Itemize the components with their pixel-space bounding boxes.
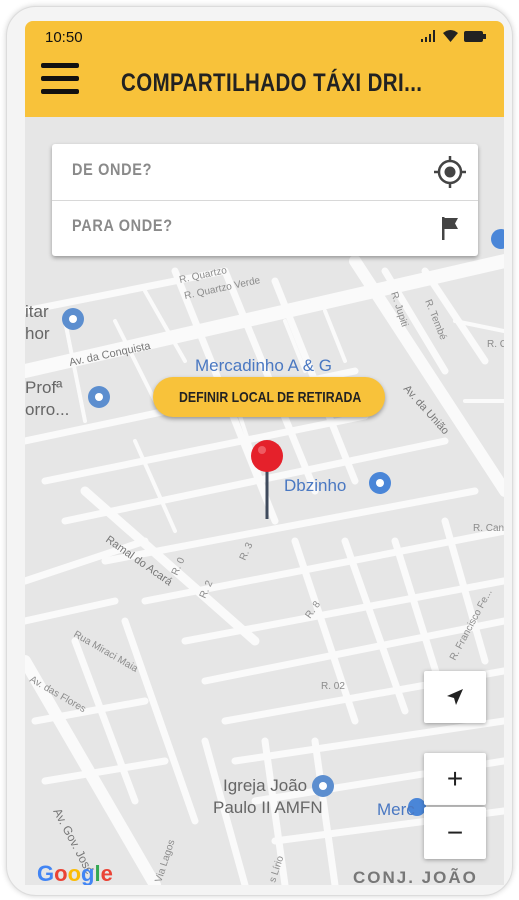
- phone-frame: 10:50 COMPARTILHADO TÁXI DRI... R. Quart…: [6, 6, 513, 896]
- route-search-card: DE ONDE? PARA ONDE?: [52, 144, 478, 256]
- status-bar: 10:50: [25, 21, 504, 51]
- map-label: R. 3: [238, 541, 256, 563]
- map-label: orro...: [25, 400, 69, 419]
- status-icons: [421, 30, 486, 42]
- map-label: itar: [25, 302, 49, 321]
- hamburger-menu-icon[interactable]: [41, 61, 81, 97]
- destination-placeholder: PARA ONDE?: [72, 216, 173, 235]
- destination-field[interactable]: PARA ONDE?: [52, 200, 478, 256]
- zoom-in-label: +: [446, 763, 464, 794]
- map-label: Via Lagos: [153, 838, 177, 884]
- map-label: Mercadinho A & G: [195, 356, 332, 375]
- navigation-arrow-icon: [447, 689, 463, 705]
- map-label: Merc: [377, 800, 415, 819]
- location-pin-icon: [251, 440, 283, 519]
- flag-icon: [442, 217, 458, 240]
- app-screen: 10:50 COMPARTILHADO TÁXI DRI... R. Quart…: [25, 21, 504, 885]
- set-pickup-location-label: DEFINIR LOCAL DE RETIRADA: [179, 388, 362, 406]
- set-pickup-location-button[interactable]: DEFINIR LOCAL DE RETIRADA: [153, 377, 385, 417]
- origin-placeholder: DE ONDE?: [72, 160, 153, 179]
- map-label: R. C: [487, 339, 504, 350]
- my-location-icon[interactable]: [434, 156, 466, 188]
- status-time: 10:50: [45, 29, 83, 46]
- map-label: CONJ. JOÃO: [353, 867, 478, 885]
- app-header: 10:50 COMPARTILHADO TÁXI DRI...: [25, 21, 504, 117]
- signal-icon: [421, 30, 435, 42]
- google-logo: Google: [37, 861, 113, 885]
- zoom-out-label: −: [446, 817, 464, 848]
- map-label: R. 02: [321, 681, 345, 692]
- page-title: COMPARTILHADO TÁXI DRI...: [121, 69, 423, 97]
- wifi-icon: [443, 30, 458, 42]
- recenter-button[interactable]: [424, 671, 486, 723]
- map-label: hor: [25, 324, 50, 343]
- map-label: Dbzinho: [284, 476, 346, 495]
- origin-field[interactable]: DE ONDE?: [52, 144, 478, 201]
- zoom-in-button[interactable]: +: [424, 753, 486, 805]
- map-label: Paulo II AMFN: [213, 798, 323, 817]
- map-label: Av. da Conquista: [68, 340, 152, 369]
- zoom-out-button[interactable]: −: [424, 807, 486, 859]
- battery-icon: [464, 30, 486, 42]
- map-label: R. Can: [473, 523, 504, 534]
- map-label: Igreja João: [223, 776, 307, 795]
- map-label: Profª: [25, 378, 63, 397]
